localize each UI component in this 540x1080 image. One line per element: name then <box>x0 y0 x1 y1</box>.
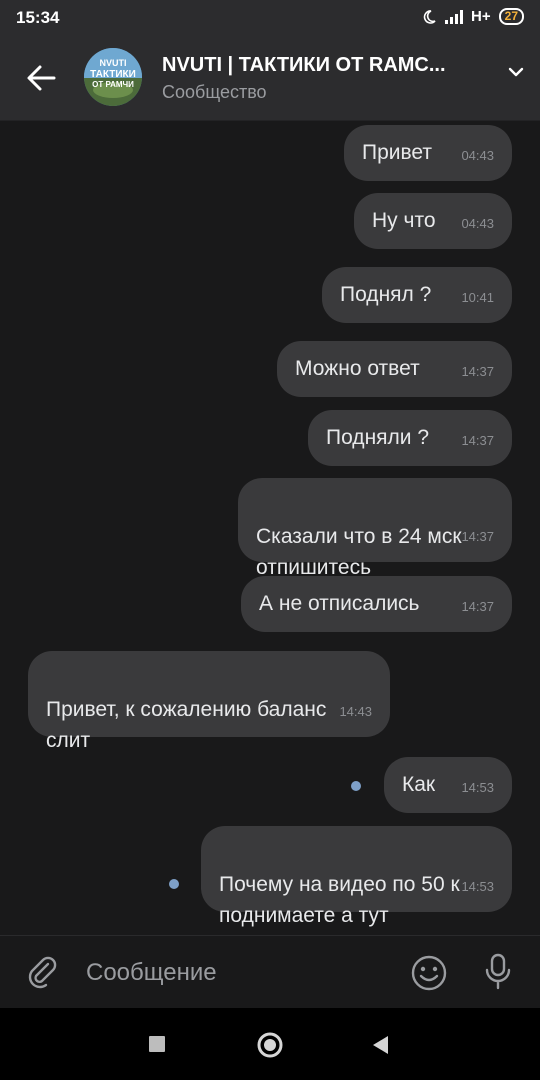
avatar-text-top: NVUTI <box>99 58 127 68</box>
message-text: Можно ответ <box>295 357 420 380</box>
message-bubble[interactable]: Сказали что в 24 мск отпишитесь 14:37 <box>238 478 512 579</box>
status-icons: H+ 27 <box>421 8 524 25</box>
signal-icon <box>445 9 464 24</box>
message-time: 14:37 <box>461 599 494 614</box>
nav-recent-button[interactable] <box>148 1035 166 1053</box>
message-input[interactable]: Сообщение <box>86 959 217 987</box>
message-bubble[interactable]: Как 14:53 <box>384 757 512 813</box>
avatar-text-bot: ОТ РАМЧИ <box>92 80 134 89</box>
message-bubble[interactable]: Привет 04:43 <box>344 125 512 181</box>
header-dropdown[interactable] <box>506 62 526 82</box>
nav-back-button[interactable] <box>370 1034 390 1056</box>
message-time: 14:53 <box>461 879 494 894</box>
attach-button[interactable] <box>24 954 60 990</box>
smiley-icon <box>411 955 447 991</box>
message-bubble[interactable]: Ну что 04:43 <box>354 193 512 249</box>
message-bubble[interactable]: Подняли ? 14:37 <box>308 410 512 466</box>
chevron-down-icon <box>508 67 524 77</box>
message-bubble[interactable]: А не отписались 14:37 <box>241 576 512 632</box>
message-time: 04:43 <box>461 216 494 231</box>
message-time: 14:37 <box>461 364 494 379</box>
system-nav-bar <box>0 1008 540 1080</box>
voice-button[interactable] <box>482 952 514 992</box>
circle-icon <box>257 1032 283 1058</box>
paperclip-icon <box>28 956 57 989</box>
emoji-button[interactable] <box>410 954 448 992</box>
back-button[interactable] <box>24 62 60 94</box>
message-text: Как <box>402 773 436 796</box>
message-bubble[interactable]: Привет, к сожалению баланс слит 14:43 <box>28 651 390 752</box>
chat-header: NVUTI ТАКТИКИ ОТ РАМЧИ NVUTI | ТАКТИКИ О… <box>0 36 540 121</box>
triangle-icon <box>373 1036 388 1054</box>
nav-home-button[interactable] <box>256 1031 284 1059</box>
battery-level: 27 <box>504 9 518 23</box>
message-bubble[interactable]: Поднял ? 10:41 <box>322 267 512 323</box>
battery-icon: 27 <box>498 8 524 25</box>
arrow-left-icon <box>27 65 56 91</box>
message-time: 04:43 <box>461 148 494 163</box>
unread-indicator <box>351 781 361 791</box>
square-icon <box>149 1036 165 1052</box>
message-composer: Сообщение <box>0 935 540 1009</box>
message-time: 14:53 <box>461 780 494 795</box>
message-text: Привет <box>362 141 433 164</box>
moon-icon <box>423 9 436 24</box>
chat-subtitle: Сообщество <box>162 82 267 102</box>
message-text: Привет, к сожалению баланс слит <box>46 698 327 752</box>
message-text: Почему на видео по 50 к поднимаете а тут <box>219 873 460 927</box>
message-text: Ну что <box>372 209 436 232</box>
network-type: H+ <box>471 8 491 25</box>
unread-indicator <box>169 879 179 889</box>
message-list[interactable]: Привет 04:43 Ну что 04:43 Поднял ? 10:41… <box>0 120 540 935</box>
message-bubble[interactable]: Можно ответ 14:37 <box>277 341 512 397</box>
status-bar: 15:34 H+ 27 <box>0 0 540 36</box>
avatar-text-mid: ТАКТИКИ <box>90 69 136 80</box>
message-text: Подняли ? <box>326 426 430 449</box>
status-time: 15:34 <box>16 8 60 27</box>
avatar[interactable]: NVUTI ТАКТИКИ ОТ РАМЧИ <box>84 48 142 106</box>
message-bubble[interactable]: Почему на видео по 50 к поднимаете а тут… <box>201 826 512 927</box>
message-time: 14:43 <box>339 704 372 719</box>
message-time: 10:41 <box>461 290 494 305</box>
chat-title[interactable]: NVUTI | ТАКТИКИ ОТ RAMC... <box>162 54 492 77</box>
message-text: А не отписались <box>259 592 420 615</box>
message-time: 14:37 <box>461 433 494 448</box>
microphone-icon <box>485 953 511 990</box>
message-text: Поднял ? <box>340 283 432 306</box>
message-text: Сказали что в 24 мск отпишитесь <box>256 525 462 579</box>
message-time: 14:37 <box>461 529 494 544</box>
